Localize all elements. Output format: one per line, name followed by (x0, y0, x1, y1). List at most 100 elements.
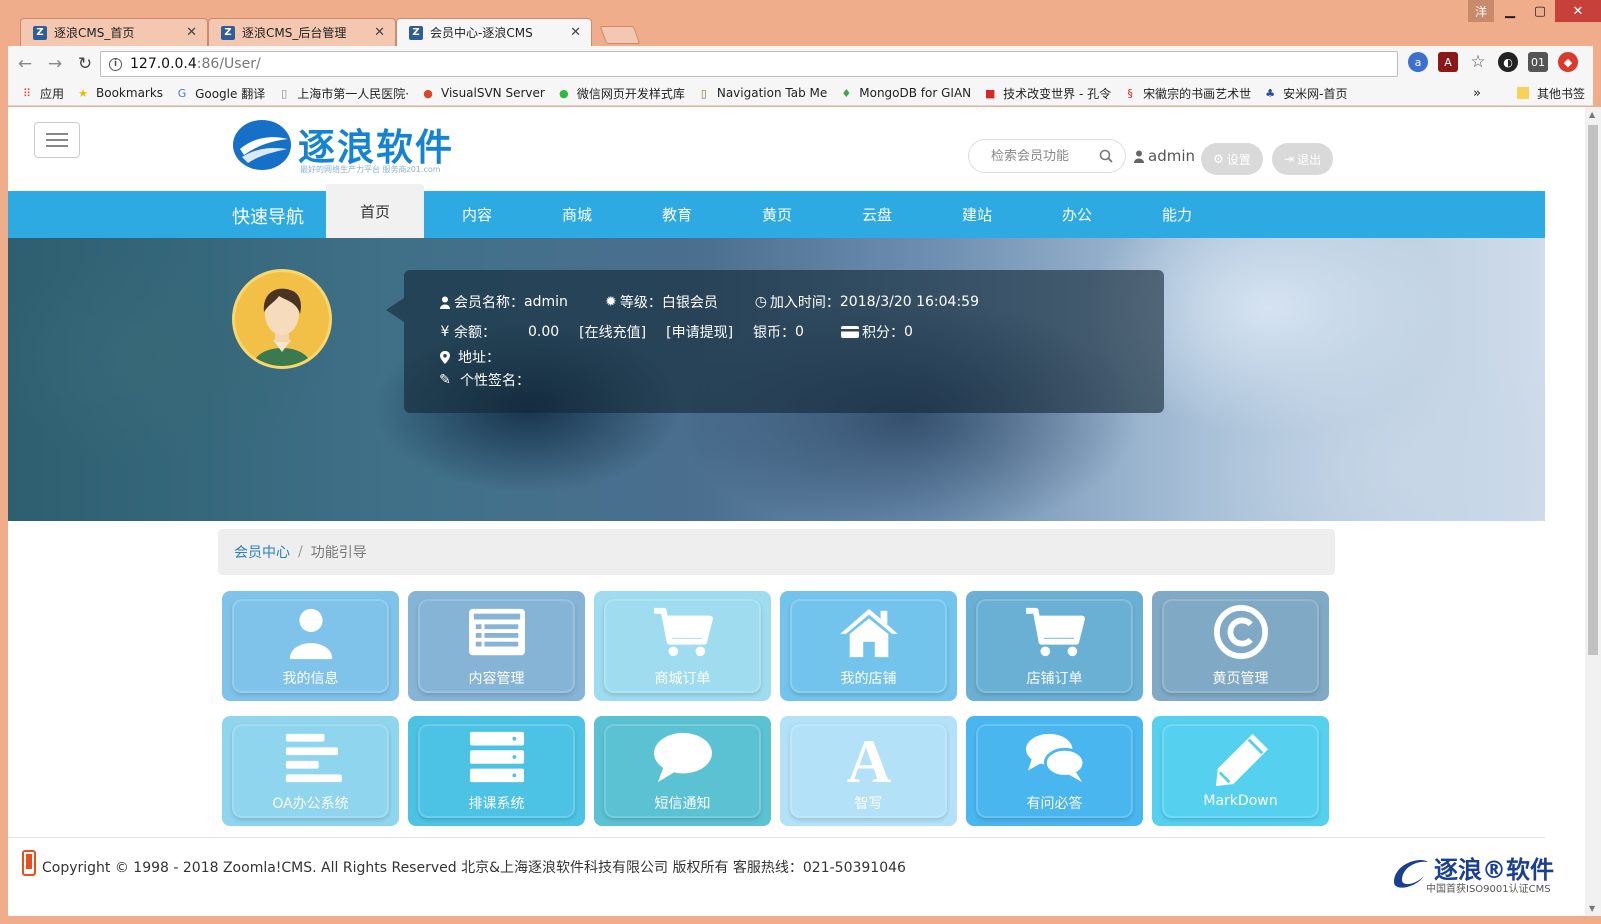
bookmark-label: Bookmarks (96, 86, 164, 100)
tab-close-icon[interactable]: ✕ (374, 25, 385, 40)
nav-item-ability[interactable]: 能力 (1128, 191, 1226, 238)
tab-title: 会员中心-逐浪CMS (430, 26, 533, 40)
search-icon[interactable] (1099, 149, 1113, 163)
back-arrow-icon[interactable]: ← (12, 51, 38, 77)
url-path: :86/User/ (196, 56, 261, 72)
nav-item-office[interactable]: 办公 (1028, 191, 1126, 238)
bookmark-item[interactable]: ■ 技术改变世界 - 孔令 (983, 85, 1111, 102)
bookmark-star-icon[interactable]: ☆ (1468, 52, 1488, 72)
pencil-icon (1215, 733, 1268, 786)
site-logo[interactable]: 逐浪软件 最好的网络生产力平台 服务商z01.com (232, 117, 462, 174)
balance-label: 余额： (454, 325, 496, 341)
page-scrollbar[interactable]: ▲ ▼ (1585, 107, 1601, 916)
window-frame-bottom (0, 916, 1601, 924)
pdf-ext-icon[interactable]: A (1438, 52, 1458, 72)
bookmark-item[interactable]: ▯ 上海市第一人民医院· (277, 85, 409, 102)
info-icon[interactable]: i (109, 57, 122, 71)
nav-item-content[interactable]: 内容 (428, 191, 526, 238)
function-tile[interactable]: 店铺订单 (966, 591, 1143, 701)
edit-icon: ✎ (439, 372, 451, 388)
bookmark-item[interactable]: ♦ MongoDB for GIAN (839, 86, 971, 100)
function-tile[interactable]: A 智写 (780, 716, 957, 826)
logout-button[interactable]: ⇥ 退出 (1272, 143, 1334, 175)
bookmark-item[interactable]: ▯ Navigation Tab Me (697, 86, 827, 100)
profile-badge[interactable]: 洋 (1468, 0, 1494, 22)
bookmark-item[interactable]: ♣ 安米网-首页 (1263, 85, 1347, 102)
seal-icon: § (1127, 86, 1133, 100)
function-tile[interactable]: OA办公系统 (222, 716, 399, 826)
nav-item-cloud[interactable]: 云盘 (828, 191, 926, 238)
tab-close-icon[interactable]: ✕ (186, 25, 197, 40)
tab-close-icon[interactable]: ✕ (570, 25, 581, 40)
bookmark-label: MongoDB for GIAN (859, 86, 972, 100)
recharge-link[interactable]: [在线充值] (579, 322, 646, 342)
bookmark-label: 上海市第一人民医院· (297, 86, 410, 101)
nav-item-education[interactable]: 教育 (628, 191, 726, 238)
adblock-ext-icon[interactable]: ◆ (1558, 52, 1578, 72)
forward-arrow-icon[interactable]: → (42, 51, 68, 77)
tab-title: 逐浪CMS_后台管理 (242, 26, 347, 40)
function-tile[interactable]: 短信通知 (594, 716, 771, 826)
bookmarks-bar: ⠿ 应用 ★ Bookmarks G Google 翻译 ▯ 上海市第一人民医院· ● Visua… (8, 81, 1593, 106)
balance-value: 0.00 (528, 324, 560, 340)
member-search-input[interactable] (991, 148, 1099, 164)
function-tile[interactable]: 排课系统 (408, 716, 585, 826)
bookmark-label: 技术改变世界 - 孔令 (1003, 86, 1112, 101)
tile-label: 智写 (854, 796, 883, 812)
function-tile[interactable]: 黄页管理 (1152, 591, 1329, 701)
scroll-down-icon[interactable]: ▼ (1589, 904, 1595, 913)
yen-icon: ¥ (440, 324, 450, 340)
nav-item-shop[interactable]: 商城 (528, 191, 626, 238)
function-tile[interactable]: MarkDown (1152, 716, 1329, 826)
profile-info-panel: 会员名称： admin ✹ 等级： 白银会员 ◷ 加入时间： 2018/3/20… (386, 270, 1164, 413)
scroll-up-icon[interactable]: ▲ (1589, 110, 1595, 119)
settings-button[interactable]: ⚙ 设置 (1201, 143, 1263, 175)
browser-tab-1[interactable]: Z 逐浪CMS_首页 ✕ (20, 18, 208, 46)
translate-ext-icon[interactable]: a (1408, 52, 1428, 72)
color-ext-icon[interactable]: ◐ (1498, 52, 1518, 72)
bookmark-item[interactable]: § 宋徽宗的书画艺术世 (1123, 85, 1251, 102)
hamburger-menu-icon[interactable] (34, 122, 80, 158)
new-tab-button[interactable] (599, 26, 641, 44)
home-icon (839, 608, 898, 658)
address-bar[interactable]: i 127.0.0.4:86/User/ (100, 51, 1398, 77)
reload-icon[interactable]: ↻ (72, 51, 98, 77)
browser-tab-3-active[interactable]: Z 会员中心-逐浪CMS ✕ (396, 18, 592, 46)
member-name-label: 会员名称： (454, 295, 524, 311)
nav-item-site-builder[interactable]: 建站 (928, 191, 1026, 238)
function-tile[interactable]: 有问必答 (966, 716, 1143, 826)
nav-item-home[interactable]: 首页 (326, 184, 424, 238)
minimize-icon[interactable]: ▁ (1495, 0, 1525, 22)
withdraw-link[interactable]: [申请提现] (666, 322, 733, 342)
scrollbar-thumb[interactable] (1588, 125, 1598, 655)
breadcrumb-member-center[interactable]: 会员中心 (234, 542, 290, 562)
tile-label: 商城订单 (654, 671, 711, 687)
avatar[interactable] (232, 269, 332, 369)
mobile-phone-icon[interactable] (22, 850, 36, 876)
profile-row-3: 地址： (438, 347, 500, 367)
window-close-icon[interactable]: ✕ (1555, 0, 1601, 22)
browser-tab-2[interactable]: Z 逐浪CMS_后台管理 ✕ (208, 18, 396, 46)
zoomla-favicon-icon: Z (221, 25, 235, 40)
bookmark-item[interactable]: ● VisualSVN Server (421, 86, 545, 100)
gear-icon: ⚙ (1213, 152, 1224, 166)
bookmark-item[interactable]: ★ Bookmarks (76, 86, 163, 100)
bookmark-item[interactable]: G Google 翻译 (175, 85, 265, 102)
nav-item-yellowpages[interactable]: 黄页 (728, 191, 826, 238)
cart-icon (653, 607, 713, 657)
function-tile[interactable]: 我的店铺 (780, 591, 957, 701)
binary-ext-icon[interactable]: 01 (1528, 52, 1548, 72)
footer-logo[interactable]: 逐浪®软件 中国首获ISO9001认证CMS (1390, 850, 1554, 895)
bookmark-item[interactable]: ● 微信网页开发样式库 (557, 85, 685, 102)
function-tile[interactable]: 内容管理 (408, 591, 585, 701)
bookmark-item[interactable]: ⠿ 应用 (20, 85, 64, 102)
maximize-icon[interactable]: ▢ (1525, 0, 1555, 22)
breadcrumb-separator: / (298, 544, 303, 560)
tile-label: 我的信息 (282, 671, 339, 687)
current-user-link[interactable]: admin (1134, 147, 1195, 165)
bookmarks-overflow-button[interactable]: » (1473, 86, 1481, 101)
function-tile[interactable]: 商城订单 (594, 591, 771, 701)
other-bookmarks-folder[interactable]: 其他书签 (1516, 85, 1585, 102)
function-tile[interactable]: 我的信息 (222, 591, 399, 701)
tab-title: 逐浪CMS_首页 (54, 26, 135, 40)
